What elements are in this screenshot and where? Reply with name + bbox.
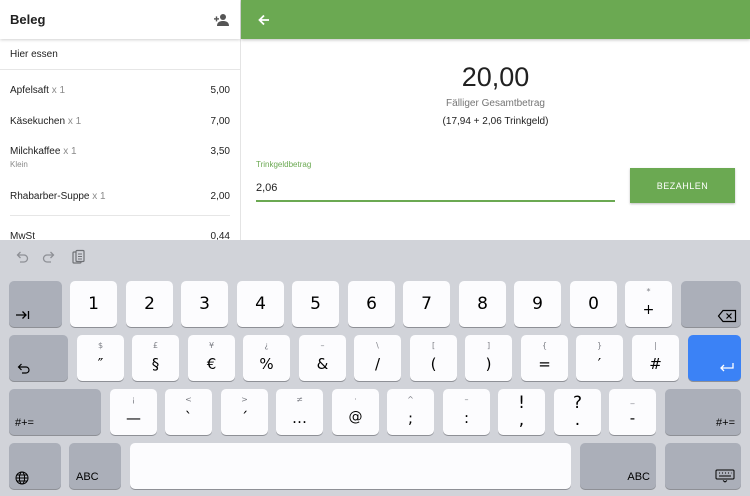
paste-icon[interactable] — [70, 249, 86, 265]
item-name: Käsekuchen — [10, 116, 66, 127]
receipt-item[interactable]: Apfelsaft x 1 5,00 — [10, 85, 230, 96]
total-detail: (17,94 + 2,06 Trinkgeld) — [442, 116, 549, 127]
key-at[interactable]: · @ — [332, 389, 379, 435]
order-type: Hier essen — [0, 39, 240, 70]
key-9[interactable]: 9 — [514, 281, 561, 327]
abc-key-right[interactable]: ABC — [580, 443, 656, 489]
key-paren-open[interactable]: [( — [410, 335, 457, 381]
receipt-item[interactable]: Rhabarber-Suppe x 1 2,00 — [10, 191, 230, 202]
payment-app-bar — [241, 0, 750, 39]
item-name: Apfelsaft — [10, 85, 49, 96]
onscreen-keyboard: 1 2 3 4 5 6 7 8 9 0 * + $ ″ £ § ¥ € ¿% – & \ /… — [0, 240, 750, 496]
undo-key[interactable] — [9, 335, 68, 381]
key-5[interactable]: 5 — [292, 281, 339, 327]
key-double-prime[interactable]: $ ″ — [77, 335, 124, 381]
key-percent[interactable]: ¿% — [243, 335, 290, 381]
receipt-panel: Beleg Hier essen Apfelsaft x 1 5,00 Käsek… — [0, 0, 241, 240]
item-qty: x 1 — [92, 191, 106, 202]
receipt-header: Beleg — [0, 0, 240, 39]
app-root: Beleg Hier essen Apfelsaft x 1 5,00 Käsek… — [0, 0, 750, 496]
key-section[interactable]: £ § — [132, 335, 179, 381]
item-price: 3,50 — [210, 146, 230, 157]
item-qty: x 1 — [63, 146, 77, 157]
key-6[interactable]: 6 — [348, 281, 395, 327]
key-paren-close[interactable]: ]) — [465, 335, 512, 381]
return-key[interactable] — [688, 335, 741, 381]
key-2[interactable]: 2 — [126, 281, 173, 327]
key-euro[interactable]: ¥ € — [188, 335, 235, 381]
key-1[interactable]: 1 — [70, 281, 117, 327]
total-label: Fälliger Gesamtbetrag — [446, 98, 545, 109]
item-name: Milchkaffee — [10, 146, 61, 157]
item-note: Klein — [10, 160, 28, 169]
key-grave[interactable]: < ` — [165, 389, 212, 435]
shift-symbols-key-left[interactable]: #+= — [9, 389, 101, 435]
shift-symbols-key-right[interactable]: #+= — [665, 389, 741, 435]
key-hash[interactable]: | # — [632, 335, 679, 381]
keyboard-hide-key[interactable] — [665, 443, 741, 489]
key-question-period[interactable]: ? . — [554, 389, 601, 435]
key-ampersand[interactable]: – & — [299, 335, 346, 381]
add-person-icon[interactable] — [213, 13, 231, 27]
tax-row: MwSt 0,44 — [10, 231, 230, 240]
back-arrow-icon[interactable] — [256, 12, 272, 28]
space-key[interactable] — [130, 443, 571, 489]
tab-key[interactable] — [9, 281, 62, 327]
item-price: 5,00 — [210, 85, 230, 96]
item-price: 2,00 — [210, 191, 230, 202]
item-name: Rhabarber-Suppe — [10, 191, 90, 202]
pay-button[interactable]: BEZAHLEN — [630, 168, 735, 203]
tax-value: 0,44 — [210, 231, 230, 240]
receipt-divider — [10, 215, 230, 216]
total-amount: 20,00 — [461, 62, 530, 92]
abc-key-left[interactable]: ABC — [69, 443, 121, 489]
receipt-item[interactable]: Milchkaffee x 1 3,50 Klein — [10, 146, 230, 169]
key-equals[interactable]: {= — [521, 335, 568, 381]
item-price: 7,00 — [210, 116, 230, 127]
key-0[interactable]: 0 — [570, 281, 617, 327]
globe-key[interactable] — [9, 443, 61, 489]
key-7[interactable]: 7 — [403, 281, 450, 327]
undo-icon[interactable] — [14, 249, 30, 265]
key-acute[interactable]: > ´ — [221, 389, 268, 435]
key-ellipsis[interactable]: ≠… — [276, 389, 323, 435]
tip-amount-input[interactable] — [256, 176, 615, 202]
key-exclamation-comma[interactable]: ! , — [498, 389, 545, 435]
key-prime[interactable]: } ′ — [576, 335, 623, 381]
item-qty: x 1 — [67, 116, 82, 127]
item-qty: x 1 — [51, 85, 66, 96]
key-plus[interactable]: * + — [625, 281, 672, 327]
key-em-dash[interactable]: ¡ — — [110, 389, 157, 435]
key-4[interactable]: 4 — [237, 281, 284, 327]
redo-icon[interactable] — [41, 249, 57, 265]
tip-field-label: Trinkgeldbetrag — [256, 160, 312, 169]
key-hyphen[interactable]: _ - — [609, 389, 656, 435]
key-slash[interactable]: \ / — [354, 335, 401, 381]
receipt-title: Beleg — [10, 12, 46, 27]
key-8[interactable]: 8 — [459, 281, 506, 327]
key-3[interactable]: 3 — [181, 281, 228, 327]
tax-label: MwSt — [10, 231, 35, 240]
key-semicolon[interactable]: ^; — [387, 389, 434, 435]
receipt-item[interactable]: Käsekuchen x 1 7,00 — [10, 116, 230, 127]
key-colon[interactable]: –: — [443, 389, 490, 435]
backspace-key[interactable] — [681, 281, 741, 327]
